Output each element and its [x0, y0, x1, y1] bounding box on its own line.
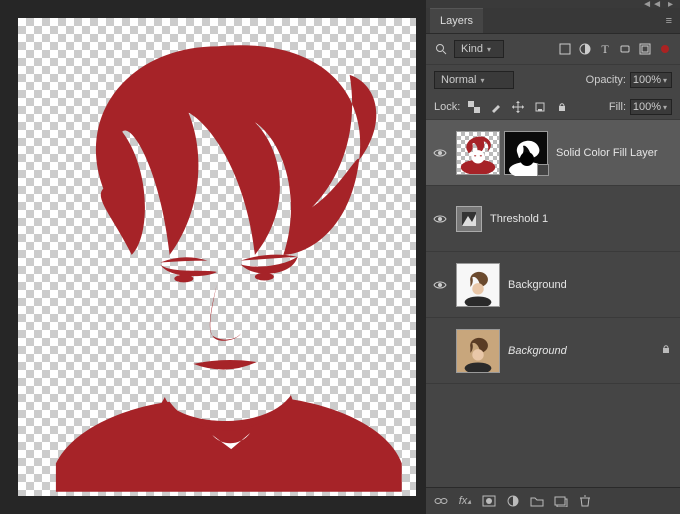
layer-mask-thumbnail[interactable]	[504, 131, 548, 175]
chevron-down-icon: ▾	[663, 103, 667, 112]
blend-mode-row: Normal ▾ Opacity: 100% ▾	[426, 65, 680, 95]
add-mask-icon[interactable]	[482, 494, 496, 508]
new-layer-icon[interactable]	[554, 494, 568, 508]
panel-tabs: Layers ≡	[426, 8, 680, 34]
filter-toggle-dot[interactable]	[658, 42, 672, 56]
layer-name[interactable]: Background	[508, 345, 652, 357]
layer-row[interactable]: Solid Color Fill Layer	[426, 120, 680, 186]
layer-visibility-toggle[interactable]	[432, 280, 448, 290]
layer-name[interactable]: Background	[508, 279, 674, 291]
layer-row[interactable]: Background	[426, 252, 680, 318]
lock-transparency-icon[interactable]	[466, 100, 482, 114]
canvas[interactable]	[18, 18, 416, 496]
lock-artboard-icon[interactable]	[532, 100, 548, 114]
tab-layers[interactable]: Layers	[430, 8, 483, 33]
canvas-area[interactable]	[0, 0, 426, 514]
lock-icon	[660, 343, 674, 358]
adjustment-layer-icon[interactable]	[456, 206, 482, 232]
search-icon	[434, 42, 448, 56]
layer-thumbs	[456, 131, 548, 175]
layers-list: Solid Color Fill Layer Threshold 1	[426, 120, 680, 487]
layer-thumbnail[interactable]	[456, 329, 500, 373]
layer-thumbnail[interactable]	[456, 263, 500, 307]
blend-mode-value: Normal	[441, 74, 476, 86]
opacity-input[interactable]: 100% ▾	[630, 72, 672, 88]
layer-name[interactable]: Threshold 1	[490, 213, 674, 225]
chevron-down-icon: ▾	[480, 76, 484, 85]
layers-panel: ◄◄ ▸ Layers ≡ Kind ▾ T Normal ▾ Opacity	[426, 0, 680, 514]
chevron-down-icon: ▾	[487, 45, 491, 54]
new-group-icon[interactable]	[530, 494, 544, 508]
artwork	[18, 18, 416, 492]
filter-smart-icon[interactable]	[638, 42, 652, 56]
filter-pixel-icon[interactable]	[558, 42, 572, 56]
layer-thumbs	[456, 206, 482, 232]
layer-row[interactable]: Threshold 1	[426, 186, 680, 252]
panel-collapse-bar[interactable]: ◄◄ ▸	[426, 0, 680, 8]
chevron-down-icon: ▾	[663, 76, 667, 85]
mask-link-icon	[537, 164, 549, 176]
lock-pixels-icon[interactable]	[488, 100, 504, 114]
layer-filter-row: Kind ▾ T	[426, 34, 680, 65]
layer-thumbs	[456, 329, 500, 373]
new-adjustment-icon[interactable]	[506, 494, 520, 508]
blend-mode-dropdown[interactable]: Normal ▾	[434, 71, 514, 89]
filter-kind-label: Kind	[461, 43, 483, 55]
layer-visibility-toggle[interactable]	[432, 148, 448, 158]
layer-visibility-toggle[interactable]	[432, 214, 448, 224]
lock-position-icon[interactable]	[510, 100, 526, 114]
filter-type-icon[interactable]: T	[598, 42, 612, 56]
filter-adjustment-icon[interactable]	[578, 42, 592, 56]
layers-panel-footer: fx▴	[426, 487, 680, 514]
opacity-label: Opacity:	[586, 74, 626, 86]
lock-row: Lock: Fill: 100% ▾	[426, 95, 680, 120]
layer-effects-icon[interactable]: fx▴	[458, 494, 472, 508]
filter-shape-icon[interactable]	[618, 42, 632, 56]
fill-label: Fill:	[609, 101, 626, 113]
panel-menu-icon[interactable]: ≡	[662, 11, 676, 31]
layer-name[interactable]: Solid Color Fill Layer	[556, 147, 674, 159]
lock-all-icon[interactable]	[554, 100, 570, 114]
lock-label: Lock:	[434, 101, 460, 113]
layer-row[interactable]: Background	[426, 318, 680, 384]
fill-input[interactable]: 100% ▾	[630, 99, 672, 115]
layer-thumbnail[interactable]	[456, 131, 500, 175]
delete-layer-icon[interactable]	[578, 494, 592, 508]
layer-thumbs	[456, 263, 500, 307]
filter-kind-dropdown[interactable]: Kind ▾	[454, 40, 504, 58]
link-layers-icon[interactable]	[434, 494, 448, 508]
